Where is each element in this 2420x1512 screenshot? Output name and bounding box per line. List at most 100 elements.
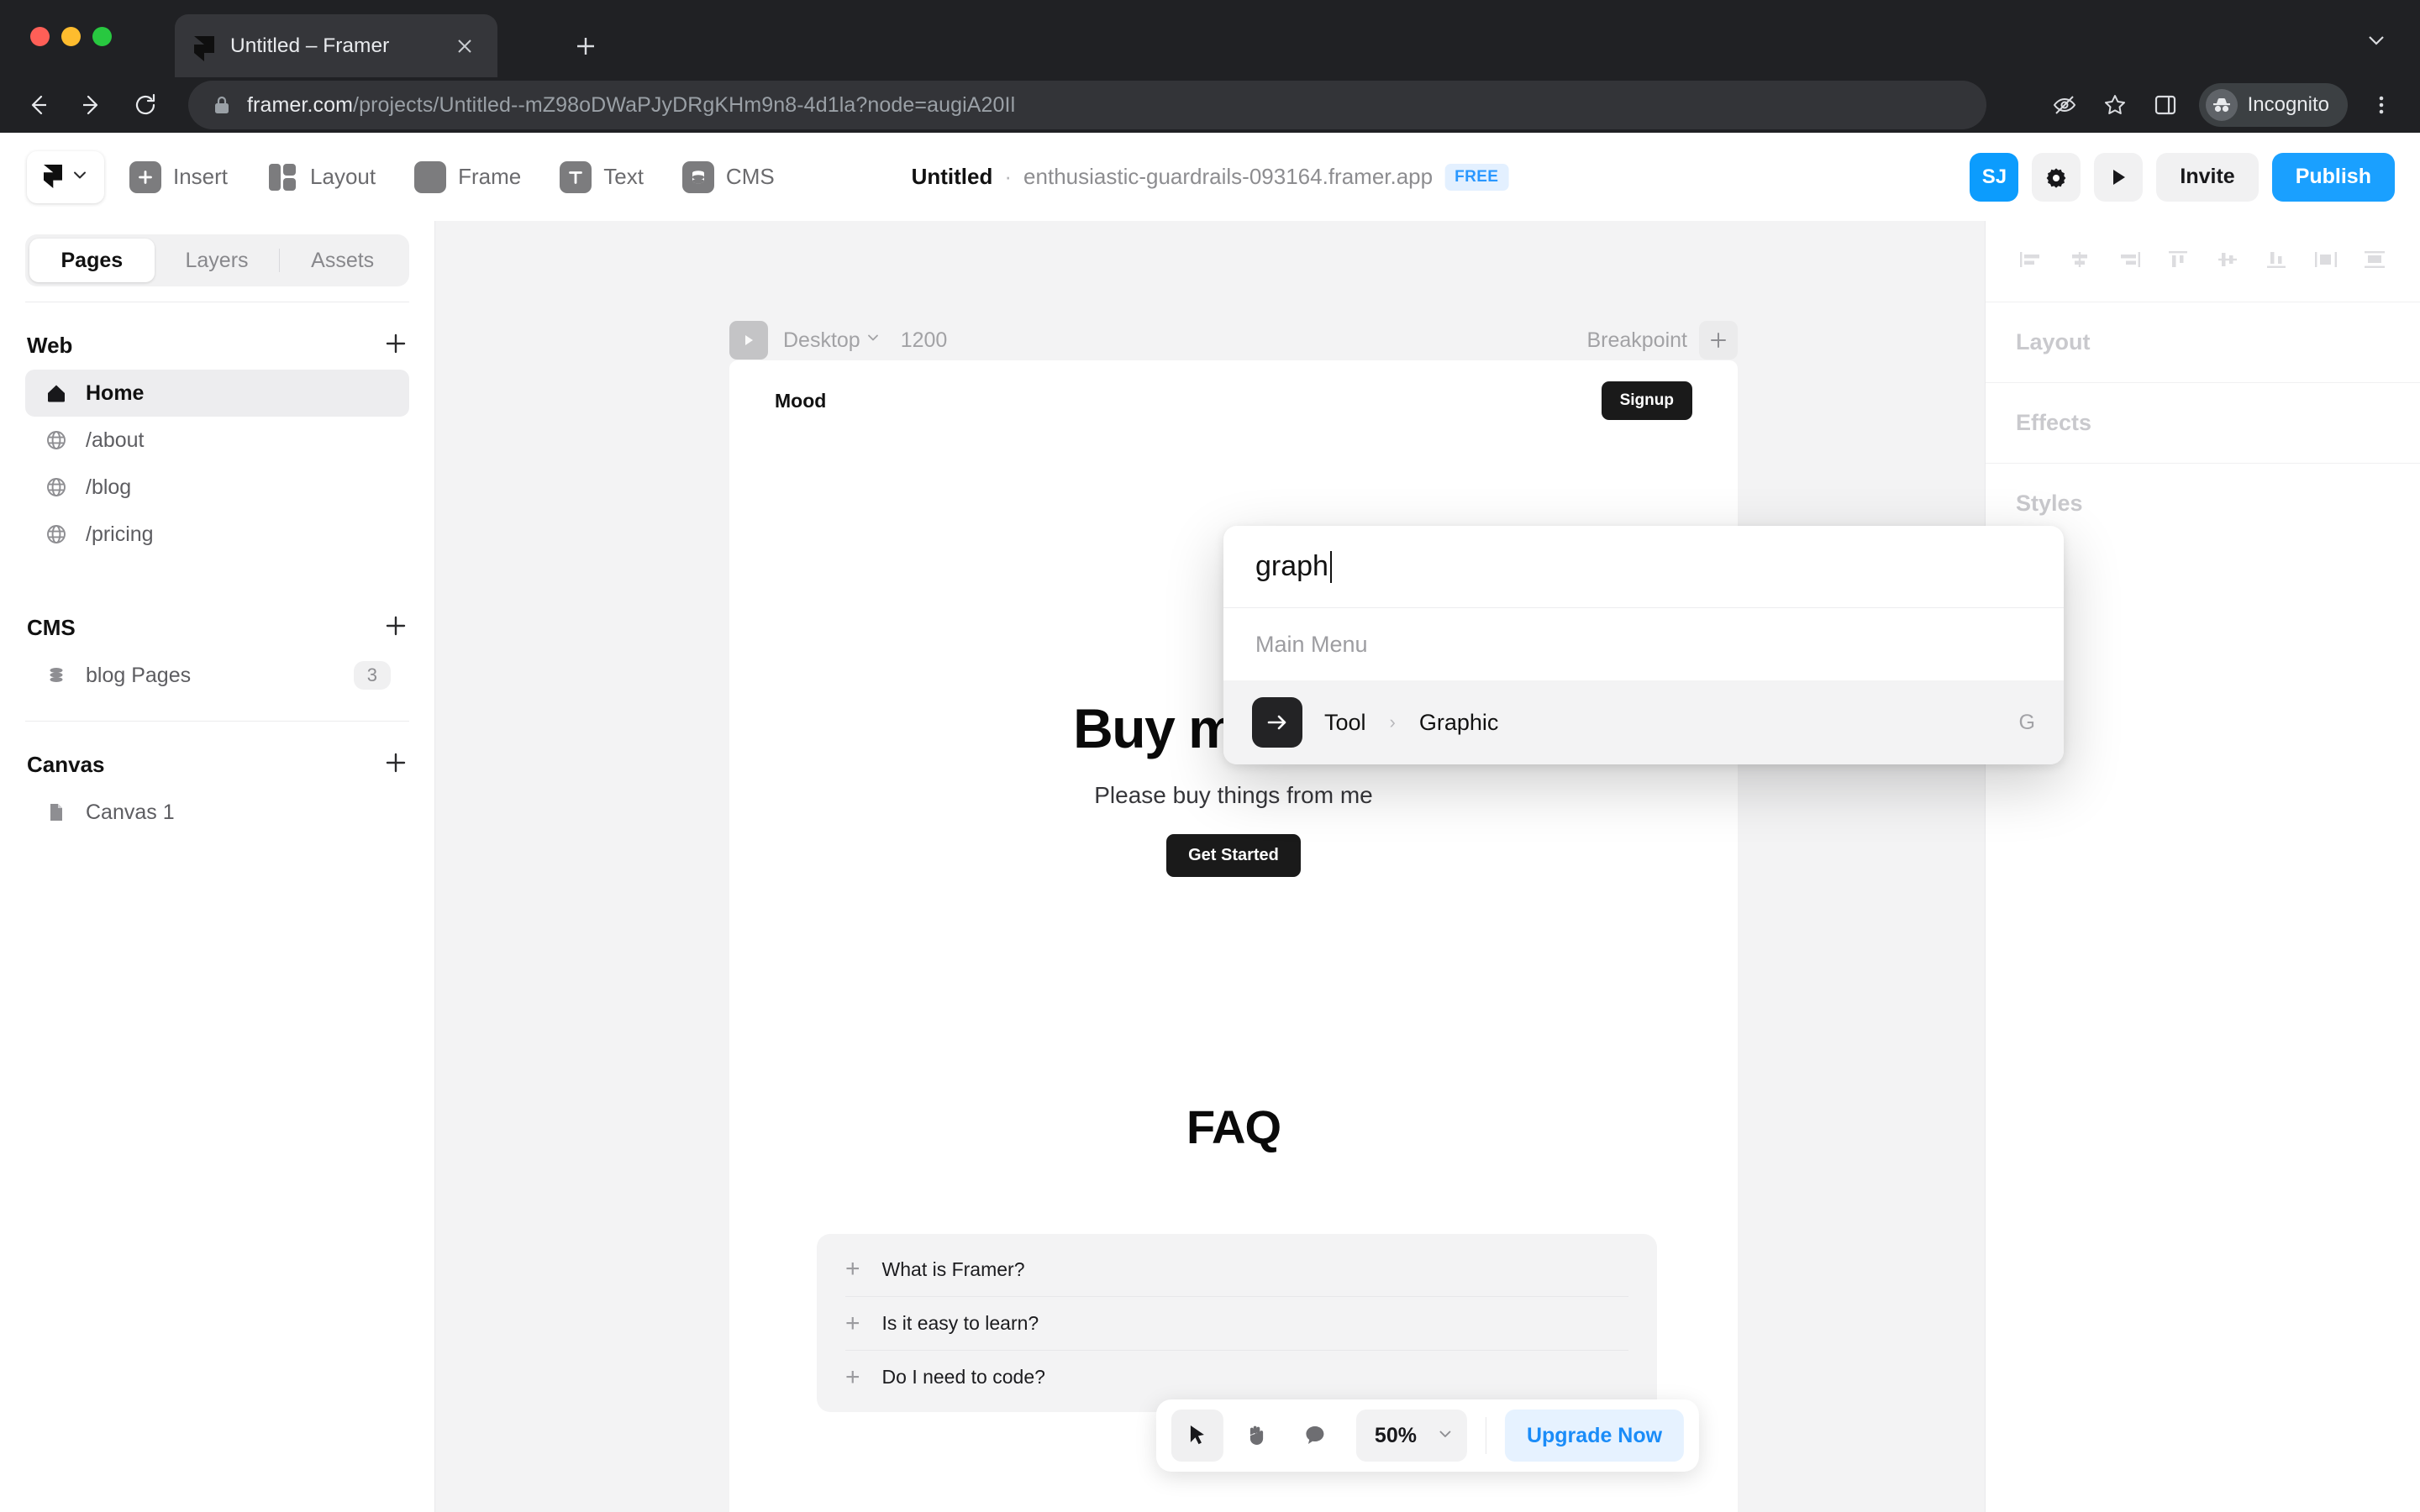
zoom-select[interactable]: 50%: [1355, 1410, 1467, 1462]
site-brand: Mood: [775, 389, 827, 412]
hero-subtitle: Please buy things from me: [1094, 782, 1373, 808]
align-center-vertical-icon[interactable]: [2211, 243, 2244, 276]
faq-title: FAQ: [1186, 1100, 1281, 1153]
sidebar-item-blog[interactable]: /blog: [25, 464, 409, 511]
sidebar-item-blog-pages[interactable]: blog Pages 3: [25, 652, 409, 699]
get-started-button[interactable]: Get Started: [1166, 834, 1301, 877]
incognito-avatar-icon: [2205, 89, 2238, 121]
close-icon[interactable]: [449, 30, 481, 62]
plus-icon[interactable]: [1699, 321, 1738, 360]
tab-layers[interactable]: Layers: [155, 239, 280, 282]
toolbar-item-insert[interactable]: Insert: [116, 151, 241, 203]
play-icon[interactable]: [2094, 152, 2144, 202]
align-left-icon[interactable]: [2014, 243, 2048, 276]
faq-item[interactable]: + Is it easy to learn?: [845, 1296, 1628, 1350]
play-icon[interactable]: [729, 321, 768, 360]
breakpoint-label: Breakpoint: [1586, 328, 1687, 352]
sidebar-item-label: blog Pages: [86, 663, 192, 687]
cursor-arrow-icon[interactable]: [1171, 1410, 1223, 1462]
url-host: framer.com: [247, 92, 354, 117]
align-right-icon[interactable]: [2112, 243, 2146, 276]
publish-button[interactable]: Publish: [2271, 152, 2395, 202]
side-panel-icon[interactable]: [2140, 80, 2191, 130]
text-caret: [1329, 550, 1332, 583]
toolbar-item-label: Frame: [458, 164, 522, 189]
document-title-area[interactable]: Untitled · enthusiastic-guardrails-09316…: [912, 133, 1509, 221]
minimize-window-button[interactable]: [61, 27, 81, 46]
command-palette-result[interactable]: Tool › Graphic G: [1223, 680, 2064, 764]
result-shortcut: G: [2018, 710, 2035, 734]
chevron-down-icon: [1437, 1425, 1454, 1446]
breakpoint-device-name[interactable]: Desktop: [783, 328, 860, 353]
address-bar[interactable]: framer.com/projects/Untitled--mZ98oDWaPJ…: [188, 81, 1986, 129]
framer-logo-icon: [193, 35, 215, 61]
framer-logo-icon: [43, 164, 65, 191]
plan-badge: FREE: [1444, 163, 1509, 191]
kebab-menu-icon[interactable]: [2356, 80, 2407, 130]
sidebar-item-about[interactable]: /about: [25, 417, 409, 464]
toolbar-item-frame[interactable]: Frame: [401, 151, 534, 203]
canvas-bottom-toolbar: 50% Upgrade Now: [1155, 1399, 1700, 1472]
sidebar-item-pricing[interactable]: /pricing: [25, 511, 409, 558]
sidebar-item-count: 3: [353, 661, 391, 690]
incognito-indicator[interactable]: Incognito: [2198, 83, 2348, 127]
globe-icon: [44, 475, 69, 500]
reload-icon[interactable]: [123, 82, 168, 128]
invite-button[interactable]: Invite: [2156, 152, 2259, 202]
hand-icon[interactable]: [1230, 1410, 1282, 1462]
plus-icon[interactable]: [384, 330, 408, 360]
faq-question: Is it easy to learn?: [881, 1312, 1039, 1334]
signup-button[interactable]: Signup: [1601, 381, 1692, 420]
align-top-icon[interactable]: [2161, 243, 2195, 276]
toolbar-item-label: CMS: [725, 164, 775, 189]
command-palette-section-label: Main Menu: [1255, 631, 1368, 657]
frame-icon: [414, 160, 447, 193]
tab-pages[interactable]: Pages: [29, 239, 155, 282]
result-name: Graphic: [1418, 709, 1499, 735]
plus-icon: +: [845, 1309, 860, 1337]
database-icon: [681, 160, 714, 193]
address-bar-url: framer.com/projects/Untitled--mZ98oDWaPJ…: [247, 93, 1015, 118]
breakpoint-width[interactable]: 1200: [901, 328, 948, 353]
gear-icon[interactable]: [2032, 152, 2081, 202]
result-category: Tool: [1324, 709, 1366, 735]
chevron-down-icon[interactable]: [865, 330, 881, 350]
align-bottom-icon[interactable]: [2260, 243, 2293, 276]
comment-icon[interactable]: [1289, 1410, 1341, 1462]
chevron-down-icon[interactable]: [2358, 22, 2395, 59]
toolbar-item-cms[interactable]: CMS: [669, 151, 788, 203]
tab-assets[interactable]: Assets: [280, 239, 405, 282]
panel-section-layout[interactable]: Layout: [1986, 302, 2420, 382]
distribute-vertical-icon[interactable]: [2358, 243, 2391, 276]
command-palette[interactable]: graph Main Menu Tool › Graphic G: [1223, 526, 2064, 764]
maximize-window-button[interactable]: [92, 27, 112, 46]
forward-arrow-icon[interactable]: [69, 82, 114, 128]
upgrade-now-button[interactable]: Upgrade Now: [1504, 1410, 1685, 1462]
browser-tab[interactable]: Untitled – Framer: [175, 14, 497, 77]
back-arrow-icon[interactable]: [15, 82, 60, 128]
star-icon[interactable]: [2090, 80, 2140, 130]
avatar[interactable]: SJ: [1970, 152, 2019, 202]
sidebar-section-cms: CMS: [0, 603, 434, 652]
sidebar-tabs: Pages Layers Assets: [25, 234, 409, 286]
faq-item[interactable]: + What is Framer?: [845, 1242, 1628, 1296]
sidebar-item-canvas-1[interactable]: Canvas 1: [25, 789, 409, 836]
sidebar-item-label: /blog: [86, 475, 132, 499]
faq-item[interactable]: + Do I need to code?: [845, 1350, 1628, 1404]
sidebar-item-home[interactable]: Home: [25, 370, 409, 417]
align-center-horizontal-icon[interactable]: [2063, 243, 2096, 276]
eye-off-icon[interactable]: [2039, 80, 2090, 130]
new-tab-button[interactable]: [565, 25, 607, 67]
plus-icon[interactable]: [384, 612, 408, 643]
plus-square-icon: [129, 160, 161, 193]
toolbar-item-text[interactable]: Text: [546, 151, 657, 203]
browser-tab-title: Untitled – Framer: [230, 34, 390, 57]
command-palette-input[interactable]: graph: [1223, 526, 2064, 608]
plus-icon[interactable]: [384, 749, 408, 780]
panel-section-effects[interactable]: Effects: [1986, 382, 2420, 463]
distribute-horizontal-icon[interactable]: [2309, 243, 2343, 276]
toolbar-item-layout[interactable]: Layout: [253, 151, 389, 203]
close-window-button[interactable]: [30, 27, 50, 46]
framer-logo-button[interactable]: [27, 150, 104, 203]
faq-question: What is Framer?: [881, 1257, 1025, 1280]
